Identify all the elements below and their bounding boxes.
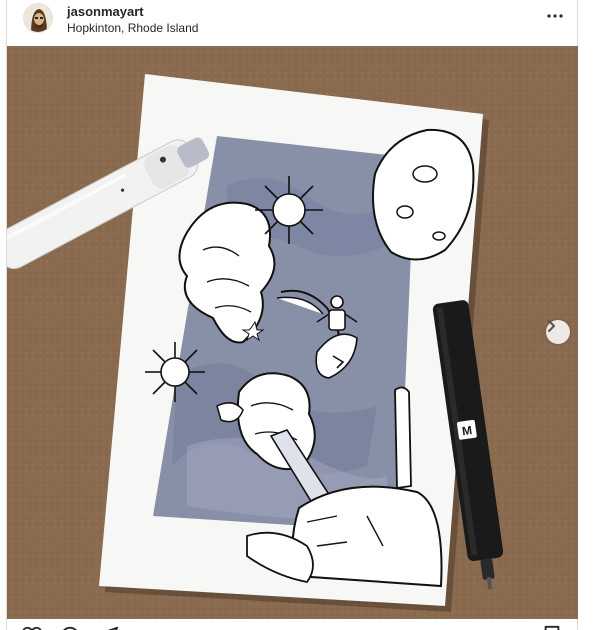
svg-text:M: M xyxy=(461,423,473,438)
share-icon[interactable] xyxy=(97,625,119,630)
location-link[interactable]: Hopkinton, Rhode Island xyxy=(67,21,198,35)
more-horizontal-icon xyxy=(547,14,563,18)
post-image[interactable]: M xyxy=(7,46,578,619)
chevron-right-icon xyxy=(548,320,555,332)
save-bookmark-icon[interactable] xyxy=(541,625,563,630)
like-heart-icon[interactable] xyxy=(21,625,43,630)
post-actions xyxy=(7,619,577,630)
username-link[interactable]: jasonmayart xyxy=(67,4,144,19)
avatar[interactable] xyxy=(23,3,53,33)
more-options-button[interactable] xyxy=(545,6,565,26)
next-image-button[interactable] xyxy=(546,320,570,344)
post-card: jasonmayart Hopkinton, Rhode Island M xyxy=(6,0,578,630)
post-header: jasonmayart Hopkinton, Rhode Island xyxy=(7,0,577,46)
artwork-photo: M xyxy=(7,46,578,619)
comment-icon[interactable] xyxy=(59,625,81,630)
avatar-image xyxy=(24,4,52,32)
